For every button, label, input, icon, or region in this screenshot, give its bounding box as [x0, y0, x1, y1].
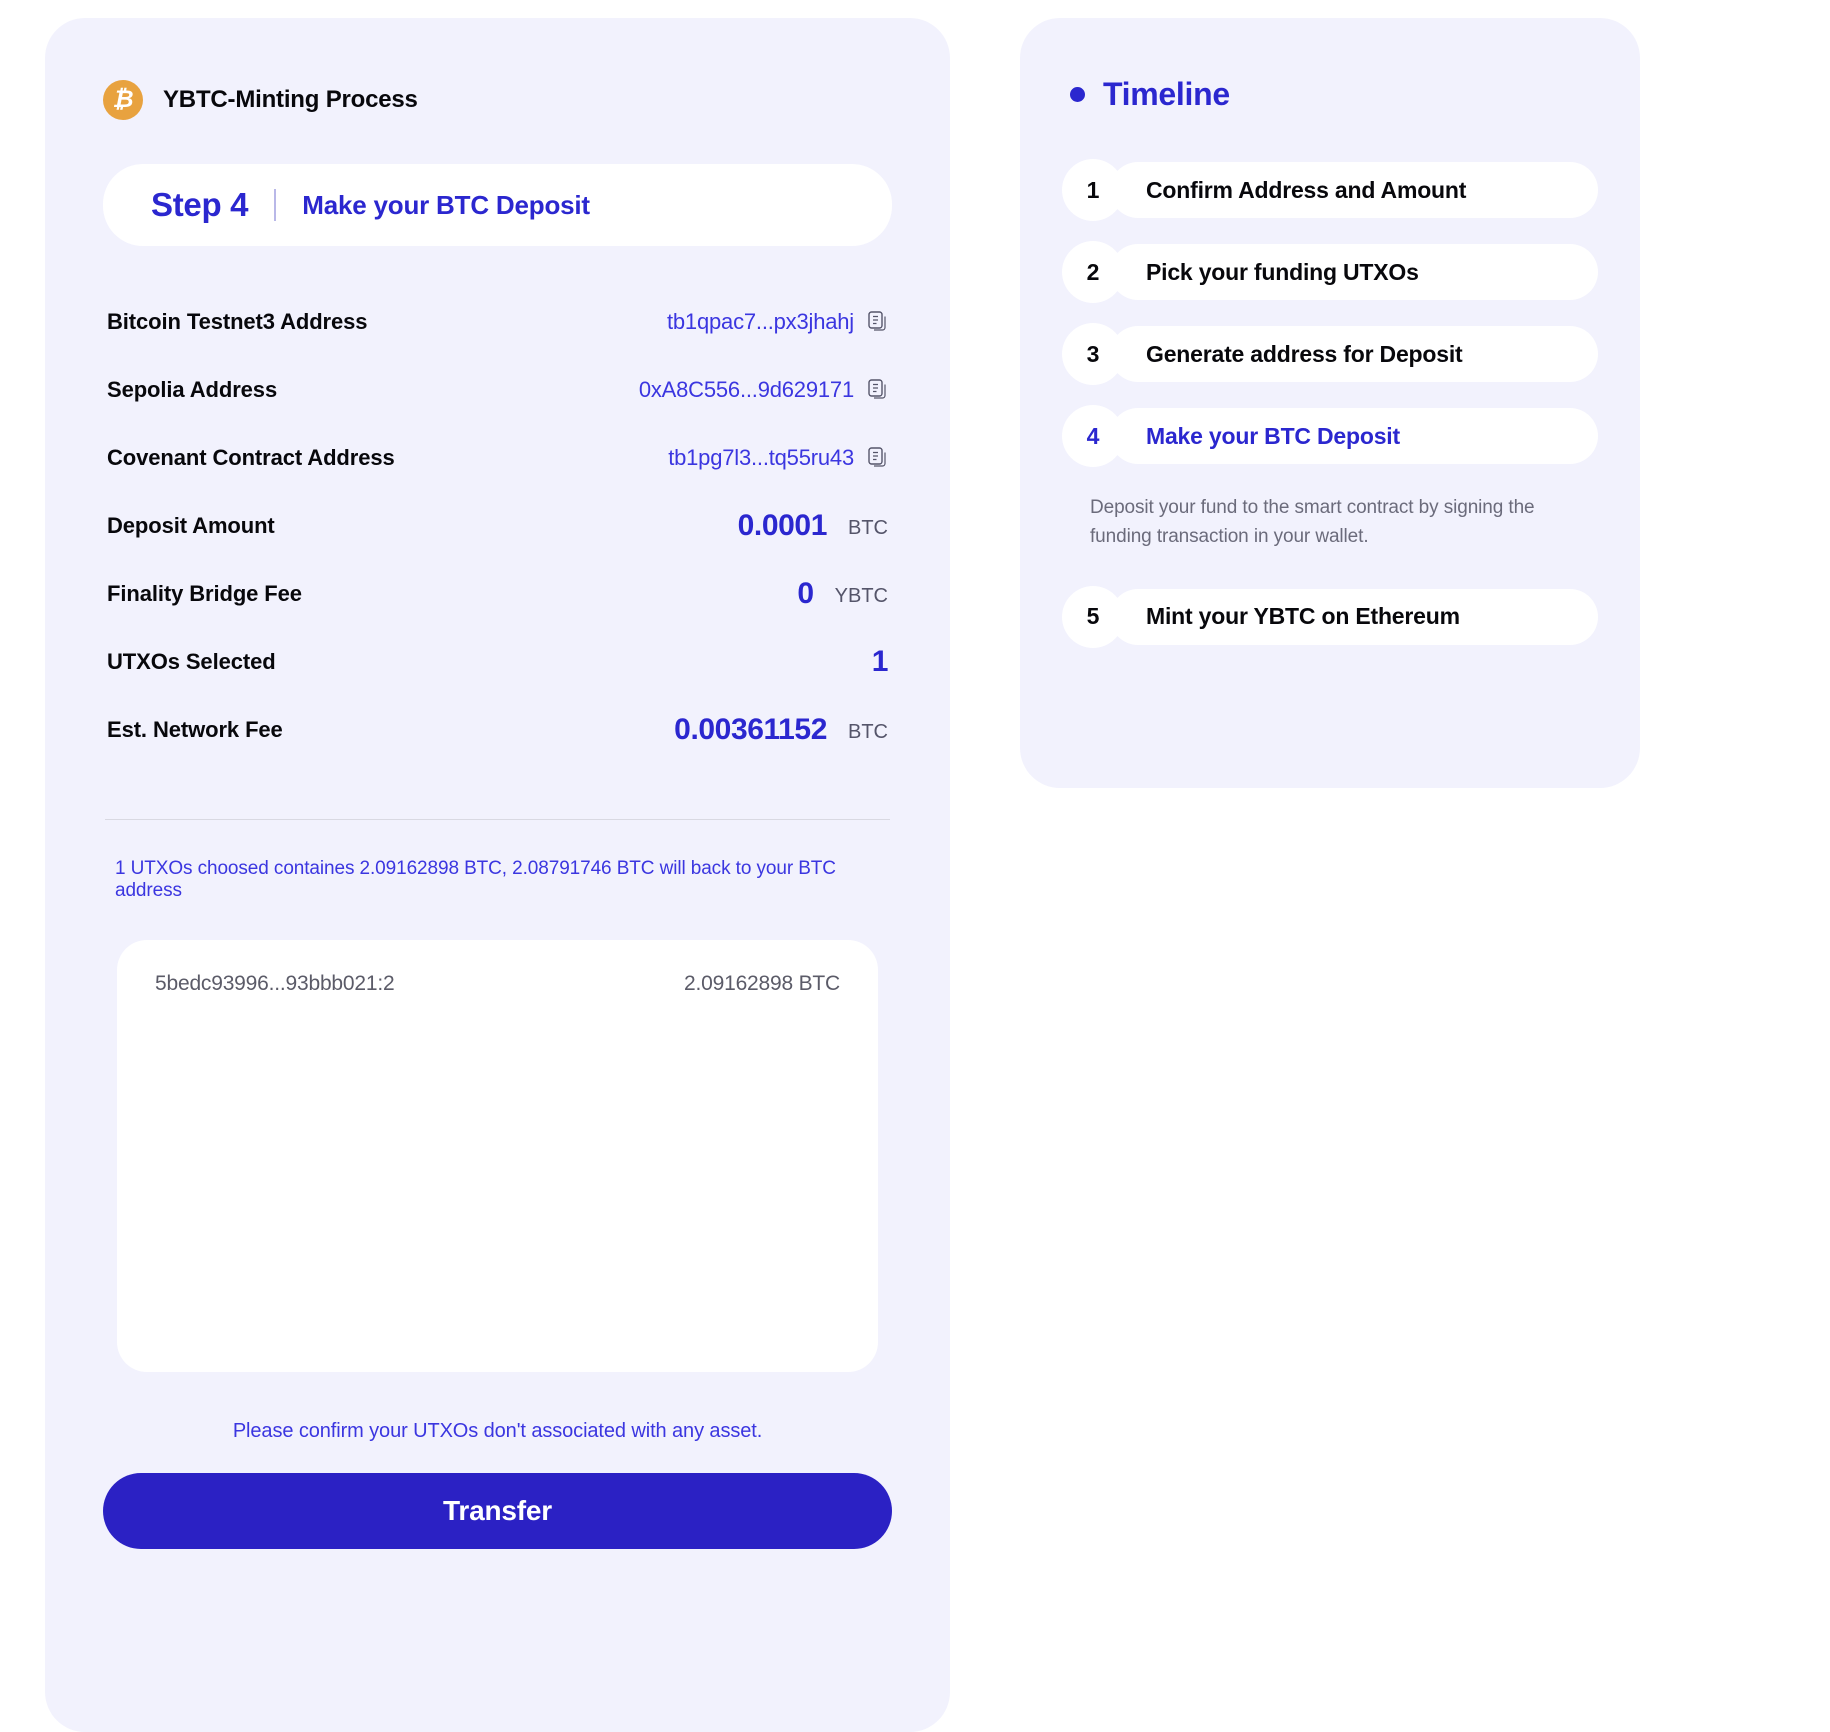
timeline-step-description: Deposit your fund to the smart contract …: [1090, 497, 1535, 548]
deposit-amount-value: 0.0001: [737, 509, 828, 542]
row-value: 0 YBTC: [797, 577, 888, 611]
timeline-item-1[interactable]: 1 Confirm Address and Amount: [1062, 159, 1598, 221]
covenant-contract-address-value: tb1pg7l3...tq55ru43: [668, 445, 854, 470]
timeline-label-pill: Mint your YBTC on Ethereum: [1110, 588, 1598, 645]
timeline-step-label: Pick your funding UTXOs: [1146, 258, 1419, 285]
timeline-header: Timeline: [1062, 76, 1598, 113]
timeline-step-number: 4: [1062, 405, 1124, 467]
timeline-step-label: Make your BTC Deposit: [1146, 422, 1400, 449]
row-label: Deposit Amount: [107, 513, 275, 538]
finality-bridge-fee-value: 0: [797, 577, 814, 610]
bitcoin-icon: ₿: [103, 80, 143, 120]
timeline-step-number: 5: [1062, 585, 1124, 648]
timeline-panel: Timeline 1 Confirm Address and Amount 2 …: [1020, 18, 1640, 788]
detail-rows: Bitcoin Testnet3 Address tb1qpac7...px3j…: [103, 288, 892, 764]
row-label: Finality Bridge Fee: [107, 581, 302, 606]
timeline-item-5[interactable]: 5 Mint your YBTC on Ethereum: [1062, 585, 1598, 648]
table-row: Est. Network Fee 0.00361152 BTC: [107, 696, 888, 764]
timeline-item-2[interactable]: 2 Pick your funding UTXOs: [1062, 241, 1598, 303]
sepolia-address-value: 0xA8C556...9d629171: [638, 377, 854, 402]
row-label: UTXOs Selected: [107, 649, 276, 674]
panel-header: ₿ YBTC-Minting Process: [103, 80, 892, 120]
utxo-amount: 2.09162898 BTC: [684, 972, 840, 995]
step-banner: Step 4 Make your BTC Deposit: [103, 164, 892, 246]
minting-panel: ₿ YBTC-Minting Process Step 4 Make your …: [45, 18, 950, 1732]
timeline-item-3[interactable]: 3 Generate address for Deposit: [1062, 323, 1598, 385]
copy-icon[interactable]: [868, 379, 888, 401]
table-row: Bitcoin Testnet3 Address tb1qpac7...px3j…: [107, 288, 888, 356]
step-divider: [274, 189, 277, 221]
timeline-item-4[interactable]: 4 Make your BTC Deposit: [1062, 405, 1598, 467]
row-value: 0.00361152 BTC: [674, 713, 888, 747]
step-title: Make your BTC Deposit: [302, 189, 590, 220]
est-network-fee-value: 0.00361152: [674, 713, 827, 746]
row-value: 0.0001 BTC: [738, 509, 888, 543]
est-network-fee-unit: BTC: [848, 721, 888, 743]
row-label: Bitcoin Testnet3 Address: [107, 309, 368, 334]
timeline-label-pill: Confirm Address and Amount: [1110, 162, 1598, 218]
utxos-selected-value: 1: [871, 645, 889, 678]
transfer-button[interactable]: Transfer: [103, 1473, 892, 1549]
list-item[interactable]: 5bedc93996...93bbb021:2 2.09162898 BTC: [155, 972, 840, 996]
mint-page: ₿ YBTC-Minting Process Step 4 Make your …: [0, 0, 1830, 1732]
table-row: UTXOs Selected 1: [107, 628, 888, 696]
row-value: 1: [871, 645, 889, 679]
timeline-step-label: Confirm Address and Amount: [1146, 176, 1467, 203]
section-divider: [105, 819, 890, 820]
row-label: Sepolia Address: [107, 377, 278, 402]
copy-icon[interactable]: [868, 311, 888, 333]
row-value: tb1qpac7...px3jhahj: [667, 309, 888, 335]
timeline-label-pill: Generate address for Deposit: [1110, 326, 1598, 382]
deposit-amount-unit: BTC: [848, 517, 888, 539]
row-label: Covenant Contract Address: [107, 445, 395, 470]
timeline-step-label: Generate address for Deposit: [1146, 340, 1463, 367]
page-title: YBTC-Minting Process: [163, 86, 418, 113]
row-label: Est. Network Fee: [107, 717, 283, 742]
copy-icon[interactable]: [868, 447, 888, 469]
table-row: Finality Bridge Fee 0 YBTC: [107, 560, 888, 628]
step-number: Step 4: [151, 186, 249, 223]
timeline-label-pill: Pick your funding UTXOs: [1110, 244, 1598, 300]
row-value: tb1pg7l3...tq55ru43: [668, 445, 888, 471]
table-row: Covenant Contract Address tb1pg7l3...tq5…: [107, 424, 888, 492]
timeline-step-label: Mint your YBTC on Ethereum: [1146, 603, 1460, 630]
utxo-id: 5bedc93996...93bbb021:2: [155, 972, 395, 995]
finality-bridge-fee-unit: YBTC: [834, 585, 888, 607]
row-value: 0xA8C556...9d629171: [639, 377, 888, 403]
bitcoin-testnet3-address-value: tb1qpac7...px3jhahj: [666, 309, 854, 334]
timeline-label-pill: Make your BTC Deposit: [1110, 408, 1598, 464]
confirm-note: Please confirm your UTXOs don't associat…: [232, 1420, 763, 1442]
bullet-dot-icon: [1070, 87, 1085, 102]
table-row: Deposit Amount 0.0001 BTC: [107, 492, 888, 560]
timeline-step-number: 3: [1062, 323, 1124, 385]
utxo-list[interactable]: 5bedc93996...93bbb021:2 2.09162898 BTC: [117, 940, 878, 1372]
table-row: Sepolia Address 0xA8C556...9d629171: [107, 356, 888, 424]
timeline-step-number: 1: [1062, 159, 1124, 221]
utxo-summary-text: 1 UTXOs choosed containes 2.09162898 BTC…: [115, 858, 836, 901]
timeline-step-number: 2: [1062, 241, 1124, 303]
timeline-title: Timeline: [1103, 76, 1230, 112]
